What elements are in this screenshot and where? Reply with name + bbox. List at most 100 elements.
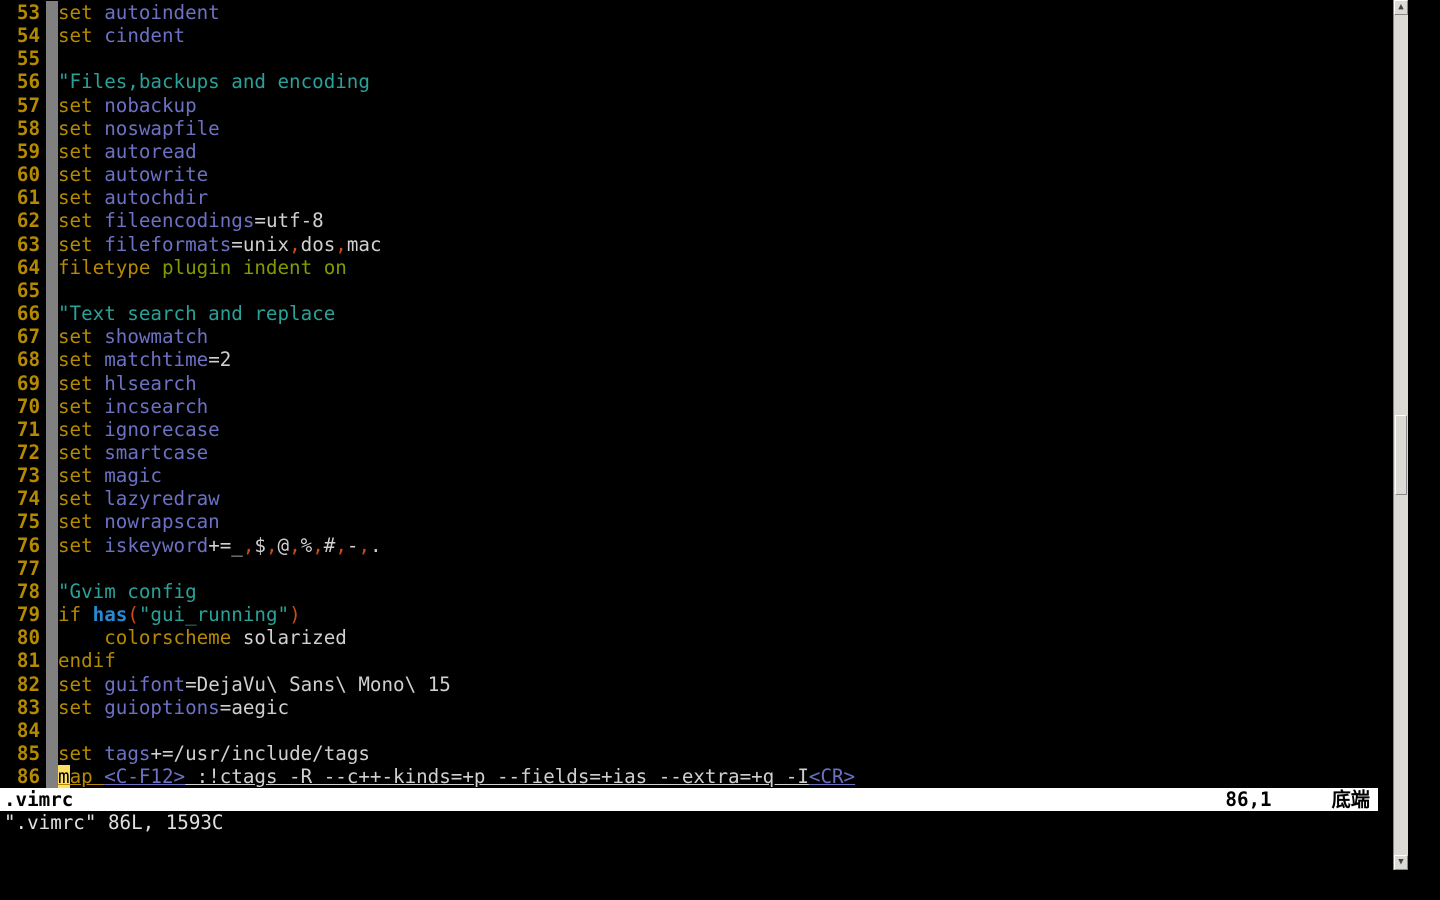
code-content[interactable]: set nobackup: [58, 94, 197, 117]
code-content[interactable]: set fileformats=unix,dos,mac: [58, 233, 382, 256]
code-area[interactable]: 53set autoindent54set cindent5556"Files,…: [0, 0, 1378, 788]
code-line[interactable]: 63set fileformats=unix,dos,mac: [0, 233, 1378, 256]
code-content[interactable]: set autoread: [58, 140, 197, 163]
fold-column[interactable]: [46, 673, 58, 696]
code-line[interactable]: 76set iskeyword+=_,$,@,%,#,-,.: [0, 534, 1378, 557]
code-line[interactable]: 85set tags+=/usr/include/tags: [0, 742, 1378, 765]
code-line[interactable]: 83set guioptions=aegic: [0, 696, 1378, 719]
code-line[interactable]: 77: [0, 557, 1378, 580]
code-content[interactable]: colorscheme solarized: [58, 626, 347, 649]
code-line[interactable]: 80 colorscheme solarized: [0, 626, 1378, 649]
code-line[interactable]: 53set autoindent: [0, 1, 1378, 24]
code-content[interactable]: endif: [58, 649, 116, 672]
code-content[interactable]: if has("gui_running"): [58, 603, 301, 626]
code-content[interactable]: set guioptions=aegic: [58, 696, 289, 719]
fold-column[interactable]: [46, 395, 58, 418]
fold-column[interactable]: [46, 557, 58, 580]
code-content[interactable]: "Files,backups and encoding: [58, 70, 370, 93]
scroll-down-button[interactable]: ▼: [1394, 855, 1408, 870]
fold-column[interactable]: [46, 418, 58, 441]
fold-column[interactable]: [46, 742, 58, 765]
code-content[interactable]: set tags+=/usr/include/tags: [58, 742, 370, 765]
code-line[interactable]: 64filetype plugin indent on: [0, 256, 1378, 279]
fold-column[interactable]: [46, 70, 58, 93]
fold-column[interactable]: [46, 1, 58, 24]
code-content[interactable]: set iskeyword+=_,$,@,%,#,-,.: [58, 534, 382, 557]
code-line[interactable]: 68set matchtime=2: [0, 348, 1378, 371]
fold-column[interactable]: [46, 649, 58, 672]
code-content[interactable]: set lazyredraw: [58, 487, 220, 510]
code-content[interactable]: set showmatch: [58, 325, 208, 348]
fold-column[interactable]: [46, 765, 58, 788]
code-content[interactable]: set autowrite: [58, 163, 208, 186]
fold-column[interactable]: [46, 441, 58, 464]
code-line[interactable]: 71set ignorecase: [0, 418, 1378, 441]
code-content[interactable]: set magic: [58, 464, 162, 487]
code-line[interactable]: 74set lazyredraw: [0, 487, 1378, 510]
code-line[interactable]: 67set showmatch: [0, 325, 1378, 348]
fold-column[interactable]: [46, 233, 58, 256]
fold-column[interactable]: [46, 325, 58, 348]
code-line[interactable]: 55: [0, 47, 1378, 70]
code-content[interactable]: "Gvim config: [58, 580, 197, 603]
fold-column[interactable]: [46, 534, 58, 557]
scroll-up-button[interactable]: ▲: [1394, 0, 1408, 15]
code-content[interactable]: "Text search and replace: [58, 302, 335, 325]
fold-column[interactable]: [46, 47, 58, 70]
code-line[interactable]: 66"Text search and replace: [0, 302, 1378, 325]
code-content[interactable]: set nowrapscan: [58, 510, 220, 533]
scroll-thumb[interactable]: [1395, 415, 1407, 495]
code-line[interactable]: 75set nowrapscan: [0, 510, 1378, 533]
fold-column[interactable]: [46, 279, 58, 302]
fold-column[interactable]: [46, 580, 58, 603]
code-line[interactable]: 82set guifont=DejaVu\ Sans\ Mono\ 15: [0, 673, 1378, 696]
code-content[interactable]: map <C-F12> :!ctags -R --c++-kinds=+p --…: [58, 765, 855, 788]
code-line[interactable]: 72set smartcase: [0, 441, 1378, 464]
fold-column[interactable]: [46, 117, 58, 140]
code-content[interactable]: set cindent: [58, 24, 185, 47]
scroll-track[interactable]: [1394, 15, 1408, 855]
code-line[interactable]: 58set noswapfile: [0, 117, 1378, 140]
code-line[interactable]: 78"Gvim config: [0, 580, 1378, 603]
fold-column[interactable]: [46, 163, 58, 186]
code-content[interactable]: set incsearch: [58, 395, 208, 418]
code-line[interactable]: 54set cindent: [0, 24, 1378, 47]
code-content[interactable]: set smartcase: [58, 441, 208, 464]
code-content[interactable]: set noswapfile: [58, 117, 220, 140]
fold-column[interactable]: [46, 626, 58, 649]
code-line[interactable]: 81endif: [0, 649, 1378, 672]
fold-column[interactable]: [46, 186, 58, 209]
editor[interactable]: 53set autoindent54set cindent5556"Files,…: [0, 0, 1378, 834]
code-line[interactable]: 61set autochdir: [0, 186, 1378, 209]
fold-column[interactable]: [46, 372, 58, 395]
fold-column[interactable]: [46, 140, 58, 163]
code-content[interactable]: set matchtime=2: [58, 348, 231, 371]
code-content[interactable]: set ignorecase: [58, 418, 220, 441]
fold-column[interactable]: [46, 696, 58, 719]
fold-column[interactable]: [46, 603, 58, 626]
code-content[interactable]: set guifont=DejaVu\ Sans\ Mono\ 15: [58, 673, 451, 696]
scrollbar[interactable]: ▲ ▼: [1393, 0, 1408, 870]
code-line[interactable]: 70set incsearch: [0, 395, 1378, 418]
code-content[interactable]: set autochdir: [58, 186, 208, 209]
fold-column[interactable]: [46, 348, 58, 371]
code-line[interactable]: 59set autoread: [0, 140, 1378, 163]
fold-column[interactable]: [46, 302, 58, 325]
fold-column[interactable]: [46, 719, 58, 742]
code-content[interactable]: set hlsearch: [58, 372, 197, 395]
fold-column[interactable]: [46, 464, 58, 487]
fold-column[interactable]: [46, 24, 58, 47]
fold-column[interactable]: [46, 487, 58, 510]
code-content[interactable]: set fileencodings=utf-8: [58, 209, 324, 232]
code-line[interactable]: 65: [0, 279, 1378, 302]
code-line[interactable]: 69set hlsearch: [0, 372, 1378, 395]
code-line[interactable]: 62set fileencodings=utf-8: [0, 209, 1378, 232]
code-line[interactable]: 73set magic: [0, 464, 1378, 487]
code-content[interactable]: filetype plugin indent on: [58, 256, 347, 279]
fold-column[interactable]: [46, 209, 58, 232]
code-line[interactable]: 60set autowrite: [0, 163, 1378, 186]
code-line[interactable]: 57set nobackup: [0, 94, 1378, 117]
code-line[interactable]: 86map <C-F12> :!ctags -R --c++-kinds=+p …: [0, 765, 1378, 788]
fold-column[interactable]: [46, 256, 58, 279]
code-content[interactable]: set autoindent: [58, 1, 220, 24]
